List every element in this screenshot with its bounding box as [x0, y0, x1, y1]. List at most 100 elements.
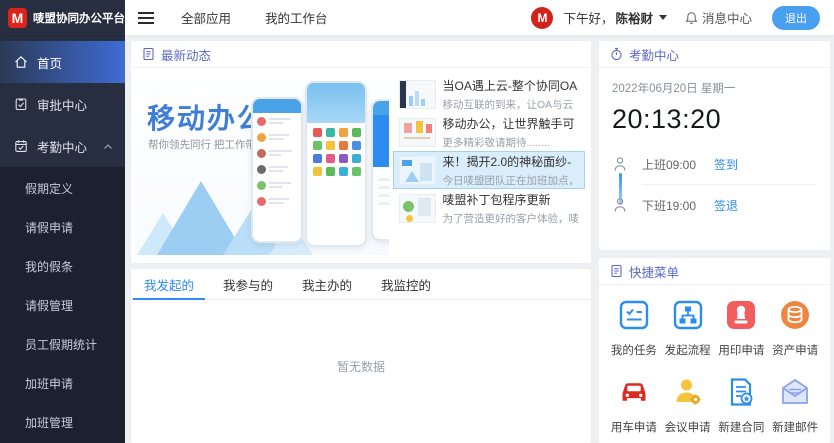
check-in-label: 上班09:00 [642, 156, 714, 173]
asset-icon [779, 299, 811, 331]
news-thumbnail [399, 156, 436, 185]
check-in-row: 上班09:00 签到 [612, 149, 817, 179]
chevron-up-icon [101, 143, 115, 150]
quick-item-seal-apply[interactable]: 用印申请 [715, 299, 769, 358]
phone-mockup [251, 97, 303, 243]
divider [642, 184, 817, 185]
news-thumbnail [399, 80, 436, 109]
sidebar-item-label: 考勤中心 [37, 137, 87, 156]
check-out-label: 下班19:00 [642, 197, 714, 214]
attendance-body: 2022年06月20日 星期一 20:13:20 上班09:00 签到 下班19… [599, 68, 830, 220]
top-header: M 唛盟协同办公平台 全部应用 我的工作台 M 下午好，陈裕财 消息中心 退出 [0, 0, 834, 35]
header-right: M 下午好，陈裕财 消息中心 退出 [531, 6, 834, 30]
user-avatar[interactable]: M [531, 7, 553, 29]
my-tasks-panel: 我发起的 我参与的 我主办的 我监控的 暂无数据 [131, 269, 591, 443]
nav-all-apps[interactable]: 全部应用 [181, 8, 231, 27]
sidebar-item-approval[interactable]: 审批中心 [0, 83, 125, 125]
brand-title: 唛盟协同办公平台 [33, 10, 125, 26]
check-in-link[interactable]: 签到 [714, 156, 738, 173]
brand-logo: M [8, 8, 27, 28]
logout-button[interactable]: 退出 [772, 6, 820, 30]
sidebar-item-label: 首页 [37, 53, 62, 72]
stopwatch-icon [610, 47, 623, 61]
quick-item-label: 资产申请 [772, 342, 818, 358]
quick-item-new-mail[interactable]: 新建邮件 [768, 376, 822, 435]
check-out-link[interactable]: 签退 [714, 197, 738, 214]
panel-title: 快捷菜单 [629, 262, 679, 281]
sidebar-item-home[interactable]: 首页 [0, 41, 125, 83]
news-item[interactable]: 移动办公，让世界触手可 更多精彩敬请期待........ [393, 113, 586, 151]
quick-item-asset-apply[interactable]: 资产申请 [768, 299, 822, 358]
news-title: 当OA遇上云-整个协同OA [443, 77, 578, 94]
document-icon [142, 47, 155, 61]
news-title: 唛盟补丁包程序更新 [443, 191, 580, 208]
sidebar-item-label: 审批中心 [37, 95, 87, 114]
home-icon [14, 55, 28, 69]
sidebar-item-attendance[interactable]: 考勤中心 [0, 125, 125, 167]
latest-news-panel: 最新动态 移动办公 帮你领先同行 把工作带出办公室 [131, 41, 591, 263]
meeting-icon [672, 376, 704, 408]
latest-news-header: 最新动态 [131, 41, 591, 68]
user-menu[interactable]: 下午好，陈裕财 [563, 8, 667, 27]
attendance-clock: 20:13:20 [612, 104, 817, 135]
my-tasks-icon [618, 299, 650, 331]
quick-item-label: 我的任务 [611, 342, 657, 358]
quick-item-my-tasks[interactable]: 我的任务 [607, 299, 661, 358]
stamp-icon [725, 299, 757, 331]
quick-item-label: 用印申请 [718, 342, 764, 358]
nav-my-workbench[interactable]: 我的工作台 [265, 8, 328, 27]
attendance-submenu: 假期定义 请假申请 我的假条 请假管理 员工假期统计 加班申请 加班管理 [0, 167, 125, 443]
banner-headline: 移动办公 [147, 97, 267, 137]
quick-menu-grid: 我的任务 发起流程 用印申请 资产申请 用车申请 会议申请 新建合同 新建邮件 [599, 285, 830, 435]
quick-item-vehicle-apply[interactable]: 用车申请 [607, 376, 661, 435]
quick-item-meeting-apply[interactable]: 会议申请 [661, 376, 715, 435]
attendance-rows: 上班09:00 签到 下班19:00 签退 [612, 149, 817, 220]
news-item[interactable]: 唛盟补丁包程序更新 为了营造更好的客户体验，唛 [393, 189, 586, 227]
sidebar-subitem-staff-holiday-stats[interactable]: 员工假期统计 [0, 325, 125, 364]
tab-initiated-by-me[interactable]: 我发起的 [133, 269, 205, 299]
news-title: 移动办公，让世界触手可 [443, 115, 575, 132]
news-desc: 移动互联的到来，让OA与云 [443, 97, 578, 112]
panel-title: 考勤中心 [629, 45, 679, 64]
news-item[interactable]: 当OA遇上云-整个协同OA 移动互联的到来，让OA与云 [393, 75, 586, 113]
news-item-highlighted[interactable]: 来！揭开2.0的神秘面纱- 今日唛盟团队正在加班加点， [393, 151, 586, 189]
news-thumbnail [399, 194, 436, 223]
check-out-row: 下班19:00 签退 [612, 190, 817, 220]
quick-item-label: 用车申请 [611, 419, 657, 435]
car-icon [618, 376, 650, 408]
message-center-link[interactable]: 消息中心 [685, 8, 752, 27]
quick-menu-header: 快捷菜单 [599, 258, 830, 285]
quick-item-start-workflow[interactable]: 发起流程 [661, 299, 715, 358]
brand-block: M 唛盟协同办公平台 [0, 0, 125, 35]
start-workflow-icon [672, 299, 704, 331]
tab-monitored-by-me[interactable]: 我监控的 [370, 269, 442, 299]
sidebar-subitem-overtime-manage[interactable]: 加班管理 [0, 403, 125, 442]
news-desc: 更多精彩敬请期待........ [443, 135, 575, 150]
sidebar-subitem-leave-manage[interactable]: 请假管理 [0, 286, 125, 325]
tab-participated-by-me[interactable]: 我参与的 [212, 269, 284, 299]
task-tabs: 我发起的 我参与的 我主办的 我监控的 [131, 269, 591, 300]
person-icon [612, 156, 628, 172]
attendance-header: 考勤中心 [599, 41, 830, 68]
quick-item-label: 发起流程 [665, 342, 711, 358]
sidebar-subitem-overtime-apply[interactable]: 加班申请 [0, 364, 125, 403]
news-desc: 为了营造更好的客户体验，唛 [443, 211, 580, 226]
sidebar-subitem-my-leave[interactable]: 我的假条 [0, 247, 125, 286]
quick-item-label: 新建邮件 [772, 419, 818, 435]
user-name: 陈裕财 [615, 8, 653, 27]
sidebar-subitem-holiday-define[interactable]: 假期定义 [0, 169, 125, 208]
attendance-date: 2022年06月20日 星期一 [612, 80, 817, 96]
quick-item-new-contract[interactable]: 新建合同 [715, 376, 769, 435]
document-icon [610, 264, 623, 278]
quick-menu-panel: 快捷菜单 我的任务 发起流程 用印申请 资产申请 用车申请 会议申请 新建合 [599, 258, 830, 443]
tab-hosted-by-me[interactable]: 我主办的 [291, 269, 363, 299]
sidebar-subitem-leave-apply[interactable]: 请假申请 [0, 208, 125, 247]
quick-item-label: 新建合同 [718, 419, 764, 435]
approval-icon [14, 97, 28, 111]
panel-title: 最新动态 [161, 45, 211, 64]
news-body: 移动办公 帮你领先同行 把工作带出办公室 [131, 68, 591, 261]
menu-toggle-icon[interactable] [133, 5, 159, 31]
mobile-office-banner[interactable]: 移动办公 帮你领先同行 把工作带出办公室 [135, 75, 389, 255]
sidebar: 首页 审批中心 考勤中心 假期定义 请假申请 我的假条 请假管理 员工假期统计 … [0, 35, 125, 443]
news-title: 来！揭开2.0的神秘面纱- [443, 153, 580, 170]
